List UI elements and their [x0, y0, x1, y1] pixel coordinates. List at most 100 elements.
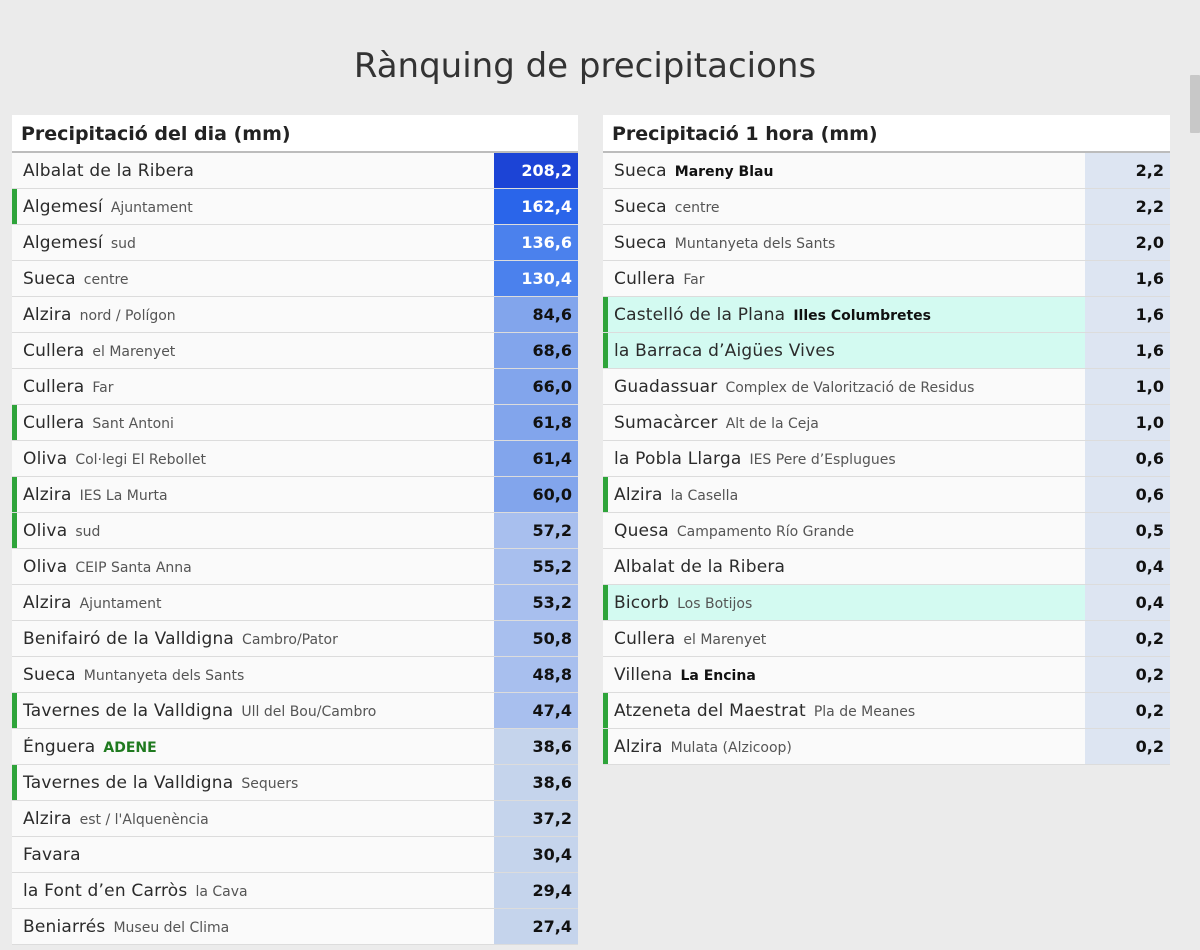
station-name: Alzira Mulata (Alzicoop)	[603, 737, 1085, 757]
station-row[interactable]: Villena La Encina 0,2	[603, 657, 1170, 693]
station-row[interactable]: Quesa Campamento Río Grande 0,5	[603, 513, 1170, 549]
station-row[interactable]: Sueca centre 130,4	[12, 261, 578, 297]
municipality-name: Sueca	[614, 232, 667, 253]
station-row[interactable]: Alzira la Casella 0,6	[603, 477, 1170, 513]
precipitation-value: 0,6	[1085, 477, 1170, 512]
station-row[interactable]: Cullera Far 66,0	[12, 369, 578, 405]
station-row[interactable]: Albalat de la Ribera 208,2	[12, 153, 578, 189]
station-name: Villena La Encina	[603, 665, 1085, 685]
station-location: IES La Murta	[79, 487, 168, 504]
municipality-name: Tavernes de la Valldigna	[23, 700, 234, 721]
station-row[interactable]: Oliva sud 57,2	[12, 513, 578, 549]
precipitation-value: 84,6	[494, 297, 578, 332]
station-name: la Pobla Llarga IES Pere d’Esplugues	[603, 449, 1085, 469]
station-row[interactable]: Cullera el Marenyet 0,2	[603, 621, 1170, 657]
municipality-name: Sueca	[23, 664, 76, 685]
station-marker	[12, 693, 17, 728]
station-row[interactable]: la Barraca d’Aigües Vives 1,6	[603, 333, 1170, 369]
station-row[interactable]: Guadassuar Complex de Valorització de Res…	[603, 369, 1170, 405]
station-location: sud	[110, 235, 136, 252]
station-row[interactable]: Alzira nord / Polígon 84,6	[12, 297, 578, 333]
municipality-name: Sueca	[614, 160, 667, 181]
station-location: Sant Antoni	[92, 415, 174, 432]
municipality-name: Bicorb	[614, 592, 670, 613]
precipitation-value: 1,0	[1085, 405, 1170, 440]
station-row[interactable]: Tavernes de la Valldigna Sequers 38,6	[12, 765, 578, 801]
municipality-name: Albalat de la Ribera	[614, 556, 786, 577]
station-row[interactable]: Cullera Sant Antoni 61,8	[12, 405, 578, 441]
station-row[interactable]: la Font d’en Carròs la Cava 29,4	[12, 873, 578, 909]
station-row[interactable]: Sueca Muntanyeta dels Sants 2,0	[603, 225, 1170, 261]
station-row[interactable]: Algemesí Ajuntament 162,4	[12, 189, 578, 225]
station-row[interactable]: Albalat de la Ribera 0,4	[603, 549, 1170, 585]
station-row[interactable]: Castelló de la Plana Illes Columbretes 1,6	[603, 297, 1170, 333]
precipitation-value: 60,0	[494, 477, 578, 512]
precipitation-value: 61,8	[494, 405, 578, 440]
station-location: CEIP Santa Anna	[75, 559, 192, 576]
station-row[interactable]: Atzeneta del Maestrat Pla de Meanes 0,2	[603, 693, 1170, 729]
station-row[interactable]: Beniarrés Museu del Clima 27,4	[12, 909, 578, 945]
municipality-name: Favara	[23, 844, 81, 865]
station-name: Sueca Muntanyeta dels Sants	[12, 665, 494, 685]
station-name: Tavernes de la Valldigna Ull del Bou/Camb…	[12, 701, 494, 721]
precipitation-value: 50,8	[494, 621, 578, 656]
precipitation-value: 162,4	[494, 189, 578, 224]
municipality-name: Quesa	[614, 520, 669, 541]
station-name: Alzira nord / Polígon	[12, 305, 494, 325]
precipitation-value: 0,5	[1085, 513, 1170, 548]
station-marker	[12, 189, 17, 224]
station-name: Algemesí Ajuntament	[12, 197, 494, 217]
station-row[interactable]: Sueca Muntanyeta dels Sants 48,8	[12, 657, 578, 693]
page-scrollbar[interactable]	[1190, 75, 1200, 133]
station-row[interactable]: Algemesí sud 136,6	[12, 225, 578, 261]
precipitation-value: 0,2	[1085, 621, 1170, 656]
station-location: centre	[83, 271, 129, 288]
station-row[interactable]: Benifairó de la Valldigna Cambro/Pator 50,…	[12, 621, 578, 657]
station-row[interactable]: Alzira Ajuntament 53,2	[12, 585, 578, 621]
station-marker	[603, 477, 608, 512]
station-name: Cullera Far	[12, 377, 494, 397]
station-row[interactable]: Favara 30,4	[12, 837, 578, 873]
municipality-name: Algemesí	[23, 196, 103, 217]
station-name: Sueca Muntanyeta dels Sants	[603, 233, 1085, 253]
station-location: Alt de la Ceja	[725, 415, 819, 432]
municipality-name: Cullera	[614, 628, 676, 649]
station-row[interactable]: Alzira IES La Murta 60,0	[12, 477, 578, 513]
station-marker	[12, 765, 17, 800]
station-row[interactable]: Sueca Mareny Blau 2,2	[603, 153, 1170, 189]
precipitation-value: 37,2	[494, 801, 578, 836]
municipality-name: Benifairó de la Valldigna	[23, 628, 235, 649]
station-name: Beniarrés Museu del Clima	[12, 917, 494, 937]
station-location: el Marenyet	[683, 631, 767, 648]
station-row[interactable]: Bicorb Los Botijos 0,4	[603, 585, 1170, 621]
municipality-name: Alzira	[23, 592, 72, 613]
station-marker	[603, 585, 608, 620]
station-row[interactable]: Alzira Mulata (Alzicoop) 0,2	[603, 729, 1170, 765]
station-location: la Cava	[195, 883, 248, 900]
station-row[interactable]: Oliva CEIP Santa Anna 55,2	[12, 549, 578, 585]
station-location: Cambro/Pator	[242, 631, 338, 648]
precipitation-value: 0,2	[1085, 657, 1170, 692]
station-row[interactable]: Cullera el Marenyet 68,6	[12, 333, 578, 369]
municipality-name: Oliva	[23, 520, 68, 541]
station-row[interactable]: Tavernes de la Valldigna Ull del Bou/Camb…	[12, 693, 578, 729]
station-row[interactable]: Alzira est / l'Alquenència 37,2	[12, 801, 578, 837]
station-marker	[603, 729, 608, 764]
precipitation-value: 55,2	[494, 549, 578, 584]
station-name: Bicorb Los Botijos	[603, 593, 1085, 613]
station-row[interactable]: Sumacàrcer Alt de la Ceja 1,0	[603, 405, 1170, 441]
station-row[interactable]: Cullera Far 1,6	[603, 261, 1170, 297]
station-name: Sumacàrcer Alt de la Ceja	[603, 413, 1085, 433]
municipality-name: Alzira	[23, 484, 72, 505]
station-row[interactable]: Énguera ADENE 38,6	[12, 729, 578, 765]
station-location: sud	[75, 523, 101, 540]
precipitation-value: 136,6	[494, 225, 578, 260]
station-name: Sueca Mareny Blau	[603, 161, 1085, 181]
station-row[interactable]: la Pobla Llarga IES Pere d’Esplugues 0,6	[603, 441, 1170, 477]
municipality-name: Beniarrés	[23, 916, 106, 937]
station-row[interactable]: Sueca centre 2,2	[603, 189, 1170, 225]
precipitation-value: 0,2	[1085, 729, 1170, 764]
municipality-name: Alzira	[614, 484, 663, 505]
station-row[interactable]: Oliva Col·legi El Rebollet 61,4	[12, 441, 578, 477]
station-location: Ajuntament	[110, 199, 193, 216]
